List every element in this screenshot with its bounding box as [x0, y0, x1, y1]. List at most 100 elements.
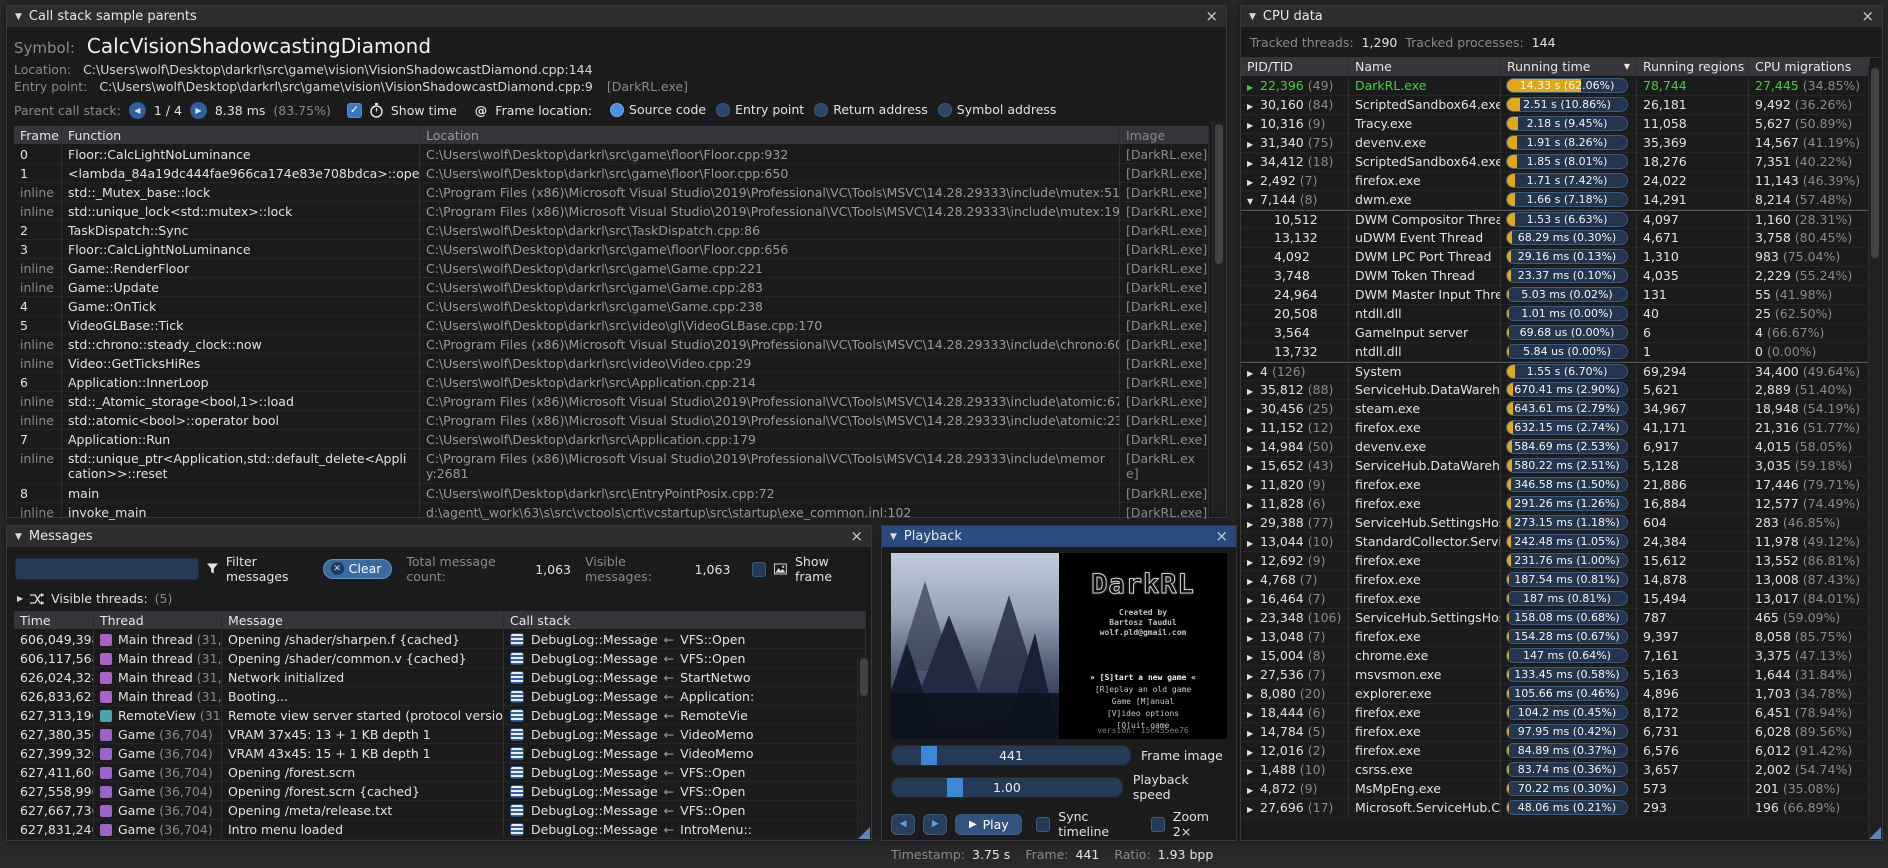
pid-cell[interactable]: ▶35,812 (88): [1241, 381, 1349, 400]
prev-stack-button[interactable]: ◀: [129, 102, 146, 119]
cpu-row[interactable]: ▶23,348 (106) ServiceHub.SettingsHost 15…: [1241, 609, 1870, 628]
step-back-button[interactable]: ◀: [891, 814, 915, 835]
col-message[interactable]: Message: [222, 611, 504, 630]
callstack-row[interactable]: inline invoke_main d:\agent\_work\63\s\s…: [14, 503, 1209, 522]
pid-cell[interactable]: ▶14,784 (5): [1241, 723, 1349, 742]
callstack-cell[interactable]: DebugLog::Message←VideoMemo: [504, 725, 866, 744]
close-icon[interactable]: ×: [850, 529, 863, 544]
pid-cell[interactable]: ▶16,464 (7): [1241, 590, 1349, 609]
next-stack-button[interactable]: ▶: [190, 102, 207, 119]
callstack-row[interactable]: 6 Application::InnerLoop C:\Users\wolf\D…: [14, 373, 1209, 392]
cpu-row[interactable]: 10,512 DWM Compositor Thread 1.53 s (6.6…: [1241, 210, 1870, 229]
callstack-cell[interactable]: DebugLog::Message←VFS::Open: [504, 763, 866, 782]
pid-cell[interactable]: ▶14,984 (50): [1241, 438, 1349, 457]
messages-table-header[interactable]: Time Thread Message Call stack: [14, 611, 866, 630]
expand-icon[interactable]: ▶: [1247, 518, 1260, 532]
callstack-row[interactable]: 4 Game::OnTick C:\Users\wolf\Desktop\dar…: [14, 297, 1209, 316]
callstack-scrollbar[interactable]: [1212, 121, 1225, 516]
cpu-row[interactable]: ▶18,444 (6) firefox.exe 104.2 ms (0.45%)…: [1241, 704, 1870, 723]
pid-cell[interactable]: 13,732: [1241, 343, 1349, 362]
cpu-row[interactable]: ▶27,696 (17) Microsoft.ServiceHub.Co 48.…: [1241, 799, 1870, 818]
cpu-row[interactable]: ▶14,784 (5) firefox.exe 97.95 ms (0.42%)…: [1241, 723, 1870, 742]
message-row[interactable]: 627,667,736ns Game (36,704) Opening /met…: [14, 801, 866, 820]
expand-icon[interactable]: ▶: [1247, 367, 1260, 381]
expand-icon[interactable]: ▶: [1247, 784, 1260, 798]
pid-cell[interactable]: ▶27,696 (17): [1241, 799, 1349, 818]
col-running-time[interactable]: Running time▼: [1501, 58, 1637, 77]
cpu-row[interactable]: ▶8,080 (20) explorer.exe 105.66 ms (0.46…: [1241, 685, 1870, 704]
filter-input[interactable]: [15, 558, 199, 580]
message-row[interactable]: 606,049,398ns Main thread (31,596) Openi…: [14, 630, 866, 649]
cpu-row[interactable]: ▶30,160 (84) ScriptedSandbox64.exe 2.51 …: [1241, 96, 1870, 115]
cpu-row[interactable]: ▶4 (126) System 1.55 s (6.70%) 69,294 34…: [1241, 362, 1870, 381]
pid-cell[interactable]: ▶23,348 (106): [1241, 609, 1349, 628]
cpu-row[interactable]: ▶4,768 (7) firefox.exe 187.54 ms (0.81%)…: [1241, 571, 1870, 590]
message-row[interactable]: 627,380,356ns Game (36,704) VRAM 37x45: …: [14, 725, 866, 744]
callstack-icon[interactable]: [510, 823, 524, 836]
pid-cell[interactable]: 13,132: [1241, 229, 1349, 248]
cpu-row[interactable]: ▶34,412 (18) ScriptedSandbox64.exe 1.85 …: [1241, 153, 1870, 172]
callstack-cell[interactable]: DebugLog::Message←VideoMemo: [504, 744, 866, 763]
cpu-row[interactable]: ▶4,872 (9) MsMpEng.exe 70.22 ms (0.30%) …: [1241, 780, 1870, 799]
expand-icon[interactable]: ▶: [1247, 138, 1260, 152]
pid-cell[interactable]: ▶30,160 (84): [1241, 96, 1349, 115]
play-button[interactable]: ▶ Play: [955, 814, 1022, 835]
frame-location-radio[interactable]: Entry point: [716, 102, 804, 117]
clear-button[interactable]: ✕ Clear: [323, 559, 393, 579]
cpu-row[interactable]: 24,964 DWM Master Input Threa 5.03 ms (0…: [1241, 286, 1870, 305]
callstack-row[interactable]: inline std::atomic<bool>::operator bool …: [14, 411, 1209, 430]
frame-slider[interactable]: 441: [891, 745, 1131, 766]
col-image[interactable]: Image: [1120, 126, 1209, 145]
pid-cell[interactable]: ▶13,048 (7): [1241, 628, 1349, 647]
pid-cell[interactable]: ▶15,004 (8): [1241, 647, 1349, 666]
col-location[interactable]: Location: [420, 126, 1120, 145]
frame-location-radio[interactable]: Source code: [610, 102, 706, 117]
close-icon[interactable]: ×: [1205, 9, 1218, 24]
pid-cell[interactable]: 3,748: [1241, 267, 1349, 286]
cpu-row[interactable]: ▶30,456 (25) steam.exe 643.61 ms (2.79%)…: [1241, 400, 1870, 419]
messages-scrollbar[interactable]: [857, 656, 870, 839]
cpu-row[interactable]: ▶2,492 (7) firefox.exe 1.71 s (7.42%) 24…: [1241, 172, 1870, 191]
pid-cell[interactable]: 20,508: [1241, 305, 1349, 324]
cpu-row[interactable]: ▶10,316 (9) Tracy.exe 2.18 s (9.45%) 11,…: [1241, 115, 1870, 134]
callstack-table-header[interactable]: Frame Function Location Image: [14, 126, 1209, 145]
cpu-row[interactable]: 13,132 uDWM Event Thread 68.29 ms (0.30%…: [1241, 229, 1870, 248]
cpu-row[interactable]: ▶29,388 (77) ServiceHub.SettingsHost 273…: [1241, 514, 1870, 533]
pid-cell[interactable]: ▶30,456 (25): [1241, 400, 1349, 419]
cpu-row[interactable]: ▶11,828 (6) firefox.exe 291.26 ms (1.26%…: [1241, 495, 1870, 514]
close-icon[interactable]: ×: [1861, 9, 1874, 24]
callstack-row[interactable]: 0 Floor::CalcLightNoLuminance C:\Users\w…: [14, 145, 1209, 164]
expand-icon[interactable]: ▶: [1247, 803, 1260, 817]
callstack-row[interactable]: inline Game::RenderFloor C:\Users\wolf\D…: [14, 259, 1209, 278]
pid-cell[interactable]: 10,512: [1241, 210, 1349, 229]
callstack-icon[interactable]: [510, 633, 524, 646]
cpu-row[interactable]: ▶27,536 (7) msvsmon.exe 133.45 ms (0.58%…: [1241, 666, 1870, 685]
frame-location-radio[interactable]: Symbol address: [938, 102, 1057, 117]
cpu-row[interactable]: 3,564 GameInput server 69.68 us (0.00%) …: [1241, 324, 1870, 343]
expand-icon[interactable]: ▶: [1247, 499, 1260, 513]
callstack-row[interactable]: inline Video::GetTicksHiRes C:\Users\wol…: [14, 354, 1209, 373]
expand-icon[interactable]: ▶: [1247, 727, 1260, 741]
callstack-icon[interactable]: [510, 690, 524, 703]
callstack-cell[interactable]: DebugLog::Message←VFS::Open: [504, 782, 866, 801]
callstack-row[interactable]: 8 main C:\Users\wolf\Desktop\darkrl\src\…: [14, 484, 1209, 503]
col-thread[interactable]: Thread: [94, 611, 222, 630]
expand-icon[interactable]: ▼: [1247, 195, 1260, 209]
callstack-row[interactable]: inline std::_Mutex_base::lock C:\Program…: [14, 183, 1209, 202]
col-migrations[interactable]: CPU migrations: [1749, 58, 1870, 77]
callstack-row[interactable]: 2 TaskDispatch::Sync C:\Users\wolf\Deskt…: [14, 221, 1209, 240]
callstack-icon[interactable]: [510, 709, 524, 722]
expand-icon[interactable]: ▶: [1247, 404, 1260, 418]
expand-icon[interactable]: ▶: [1247, 594, 1260, 608]
expand-icon[interactable]: ▶: [1247, 537, 1260, 551]
expand-icon[interactable]: ▶: [1247, 670, 1260, 684]
pid-cell[interactable]: ▶15,652 (43): [1241, 457, 1349, 476]
col-name[interactable]: Name: [1349, 58, 1501, 77]
cpu-row[interactable]: 20,508 ntdll.dll 1.01 ms (0.00%) 40 25 (…: [1241, 305, 1870, 324]
callstack-cell[interactable]: DebugLog::Message←RemoteVie: [504, 706, 866, 725]
callstack-cell[interactable]: DebugLog::Message←VFS::Open: [504, 630, 866, 649]
message-row[interactable]: 606,117,568ns Main thread (31,596) Openi…: [14, 649, 866, 668]
cpu-row[interactable]: 4,092 DWM LPC Port Thread 29.16 ms (0.13…: [1241, 248, 1870, 267]
expand-icon[interactable]: ▶: [1247, 613, 1260, 627]
pid-cell[interactable]: ▶22,396 (49): [1241, 77, 1349, 96]
